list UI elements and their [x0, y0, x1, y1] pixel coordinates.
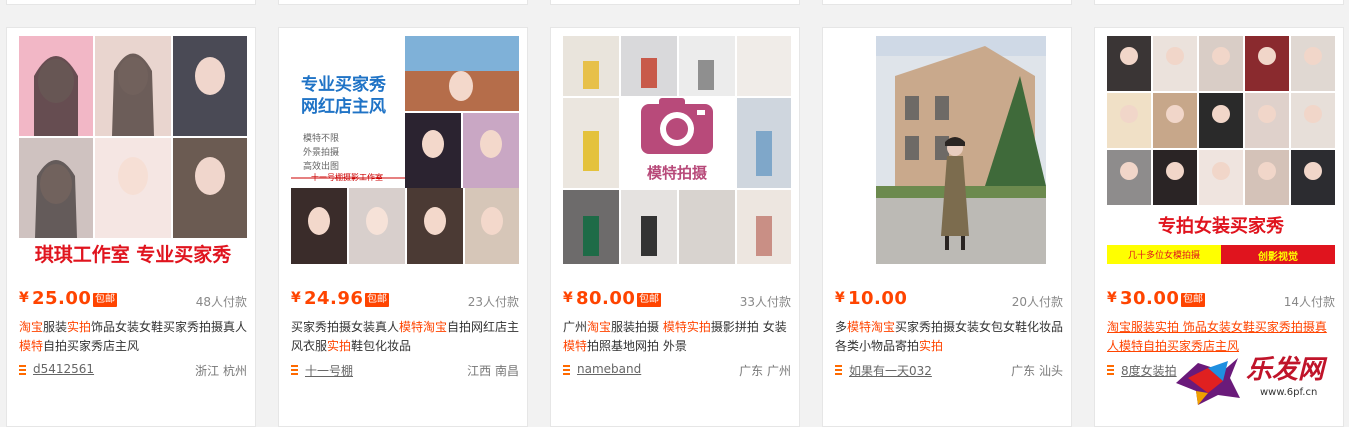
shop-row: nameband 广东 广州 [563, 362, 791, 380]
sales-count: 33人付款 [739, 295, 791, 309]
previous-row-card-edge [1094, 0, 1344, 5]
title-keyword-highlight: 模特 [563, 339, 588, 353]
free-shipping-badge: 包邮 [365, 293, 389, 307]
previous-row-card-edge [278, 0, 528, 5]
sales-count: 48人付款 [195, 295, 247, 309]
image-headline-2: 网红店主风 [301, 97, 386, 117]
product-title[interactable]: 买家秀拍摄女装真人模特淘宝自拍网红店主风衣服实拍鞋包化妆品 [291, 318, 521, 356]
currency-symbol: ¥ [19, 290, 29, 306]
shop-row: 如果有一天032 广东 汕头 [835, 362, 1063, 380]
price-row: ¥ 10.00 20人付款 [835, 288, 1063, 310]
image-tag: 外景拍摄 [303, 148, 340, 158]
site-watermark: 乐发网 www.6pf.cn [1168, 343, 1348, 412]
previous-row-card-edge [550, 0, 800, 5]
title-keyword-highlight: 实拍 [919, 339, 944, 353]
title-text: 买家秀拍摄女装真人 [291, 320, 400, 334]
title-text: 服装 [43, 320, 68, 334]
currency-symbol: ¥ [1107, 290, 1117, 306]
title-keyword-highlight: 模特淘宝 [399, 320, 448, 334]
image-caption: 琪琪工作室 专业买家秀 [34, 244, 232, 264]
shop-row: d5412561 浙江 杭州 [19, 362, 247, 380]
image-tag: 模特不限 [303, 134, 340, 144]
location: 浙江 杭州 [195, 364, 247, 378]
price-value: 30.00 [1120, 288, 1180, 309]
title-text: 饰品女装女鞋买家秀拍摄真人 [91, 320, 248, 334]
title-keyword-highlight: 淘宝 [587, 320, 612, 334]
previous-row-card-edge [6, 0, 256, 5]
price-value: 24.96 [304, 288, 364, 309]
sales-count: 23人付款 [467, 295, 519, 309]
shop-name-link[interactable]: nameband [577, 362, 641, 376]
currency-symbol: ¥ [291, 290, 301, 306]
title-keyword-highlight: 实拍 [67, 320, 92, 334]
image-tag: 几十多位女模拍摄 [1127, 251, 1200, 261]
title-keyword-highlight: 模特实拍 [662, 320, 711, 334]
title-text: 多 [835, 320, 848, 334]
shop-row: 十一号棚 江西 南昌 [291, 362, 519, 380]
previous-row-card-edge [822, 0, 1072, 5]
title-text: 鞋包化妆品 [351, 339, 412, 353]
product-card[interactable]: 琪琪工作室 专业买家秀 ¥ 25.00 包邮 48人付款 淘宝服装实拍饰品女装女… [6, 27, 256, 427]
product-grid: 琪琪工作室 专业买家秀 ¥ 25.00 包邮 48人付款 淘宝服装实拍饰品女装女… [0, 0, 1349, 427]
watermark-brand: 乐发网 [1246, 355, 1325, 385]
title-keyword-highlight: 模特 [19, 339, 44, 353]
product-image[interactable]: 专拍女装买家秀 几十多位女模拍摄 创影视觉 [1107, 36, 1335, 264]
title-text: 服装拍摄 [611, 320, 663, 334]
product-card[interactable]: 模特拍摄 ¥ 80.00 包邮 33人付款 广州淘宝服装拍摄 模特实拍摄影拼拍 … [550, 27, 800, 427]
sales-count: 20人付款 [1011, 295, 1063, 309]
price-value: 80.00 [576, 288, 636, 309]
product-title[interactable]: 广州淘宝服装拍摄 模特实拍摄影拼拍 女装模特拍照基地网拍 外景 [563, 318, 793, 356]
location: 江西 南昌 [467, 364, 519, 378]
title-text: 拍照基地网拍 外景 [587, 339, 687, 353]
shop-icon [291, 365, 298, 375]
image-studio-name: 十一号棚摄影工作室 [311, 173, 383, 182]
shop-icon [563, 365, 570, 375]
shop-icon [1107, 365, 1114, 375]
location: 广东 汕头 [1011, 364, 1063, 378]
price-row: ¥ 80.00 包邮 33人付款 [563, 288, 791, 310]
shop-name-link[interactable]: 如果有一天032 [849, 362, 932, 379]
title-keyword-highlight: 实拍 [327, 339, 352, 353]
shop-icon [835, 365, 842, 375]
shop-name-link[interactable]: 十一号棚 [305, 362, 353, 379]
price-row: ¥ 30.00 包邮 14人付款 [1107, 288, 1335, 310]
title-text: 自拍买家秀店主风 [43, 339, 140, 353]
price-value: 10.00 [848, 288, 908, 309]
image-brand: 创影视觉 [1258, 252, 1298, 263]
title-text: 广州 [563, 320, 588, 334]
title-text: 摄影拼拍 女装 [710, 320, 787, 334]
free-shipping-badge: 包邮 [93, 293, 117, 307]
product-image[interactable]: 专业买家秀 网红店主风 模特不限 外景拍摄 高效出图 十一号棚摄影工作室 [291, 36, 519, 264]
price-row: ¥ 25.00 包邮 48人付款 [19, 288, 247, 310]
price-row: ¥ 24.96 包邮 23人付款 [291, 288, 519, 310]
shop-name-link[interactable]: d5412561 [33, 362, 94, 376]
watermark-url: www.6pf.cn [1260, 387, 1318, 398]
location: 广东 广州 [739, 364, 791, 378]
image-caption: 专拍女装买家秀 [1158, 216, 1284, 237]
product-image[interactable]: 模特拍摄 [563, 36, 791, 264]
product-image[interactable]: 琪琪工作室 专业买家秀 [19, 36, 247, 264]
title-keyword-highlight: 淘宝 [19, 320, 44, 334]
free-shipping-badge: 包邮 [637, 293, 661, 307]
product-title[interactable]: 淘宝服装实拍饰品女装女鞋买家秀拍摄真人模特自拍买家秀店主风 [19, 318, 249, 356]
product-title[interactable]: 多模特淘宝买家秀拍摄女装女包女鞋化妆品各类小物品寄拍实拍 [835, 318, 1065, 356]
image-caption: 模特拍摄 [646, 164, 707, 182]
shop-icon [19, 365, 26, 375]
currency-symbol: ¥ [563, 290, 573, 306]
product-card[interactable]: ¥ 10.00 20人付款 多模特淘宝买家秀拍摄女装女包女鞋化妆品各类小物品寄拍… [822, 27, 1072, 427]
sales-count: 14人付款 [1283, 295, 1335, 309]
price-value: 25.00 [32, 288, 92, 309]
currency-symbol: ¥ [835, 290, 845, 306]
product-image[interactable] [835, 36, 1063, 264]
image-headline-1: 专业买家秀 [301, 75, 386, 95]
free-shipping-badge: 包邮 [1181, 293, 1205, 307]
product-card[interactable]: 专业买家秀 网红店主风 模特不限 外景拍摄 高效出图 十一号棚摄影工作室 ¥ 2… [278, 27, 528, 427]
title-keyword-highlight: 模特淘宝 [847, 320, 896, 334]
